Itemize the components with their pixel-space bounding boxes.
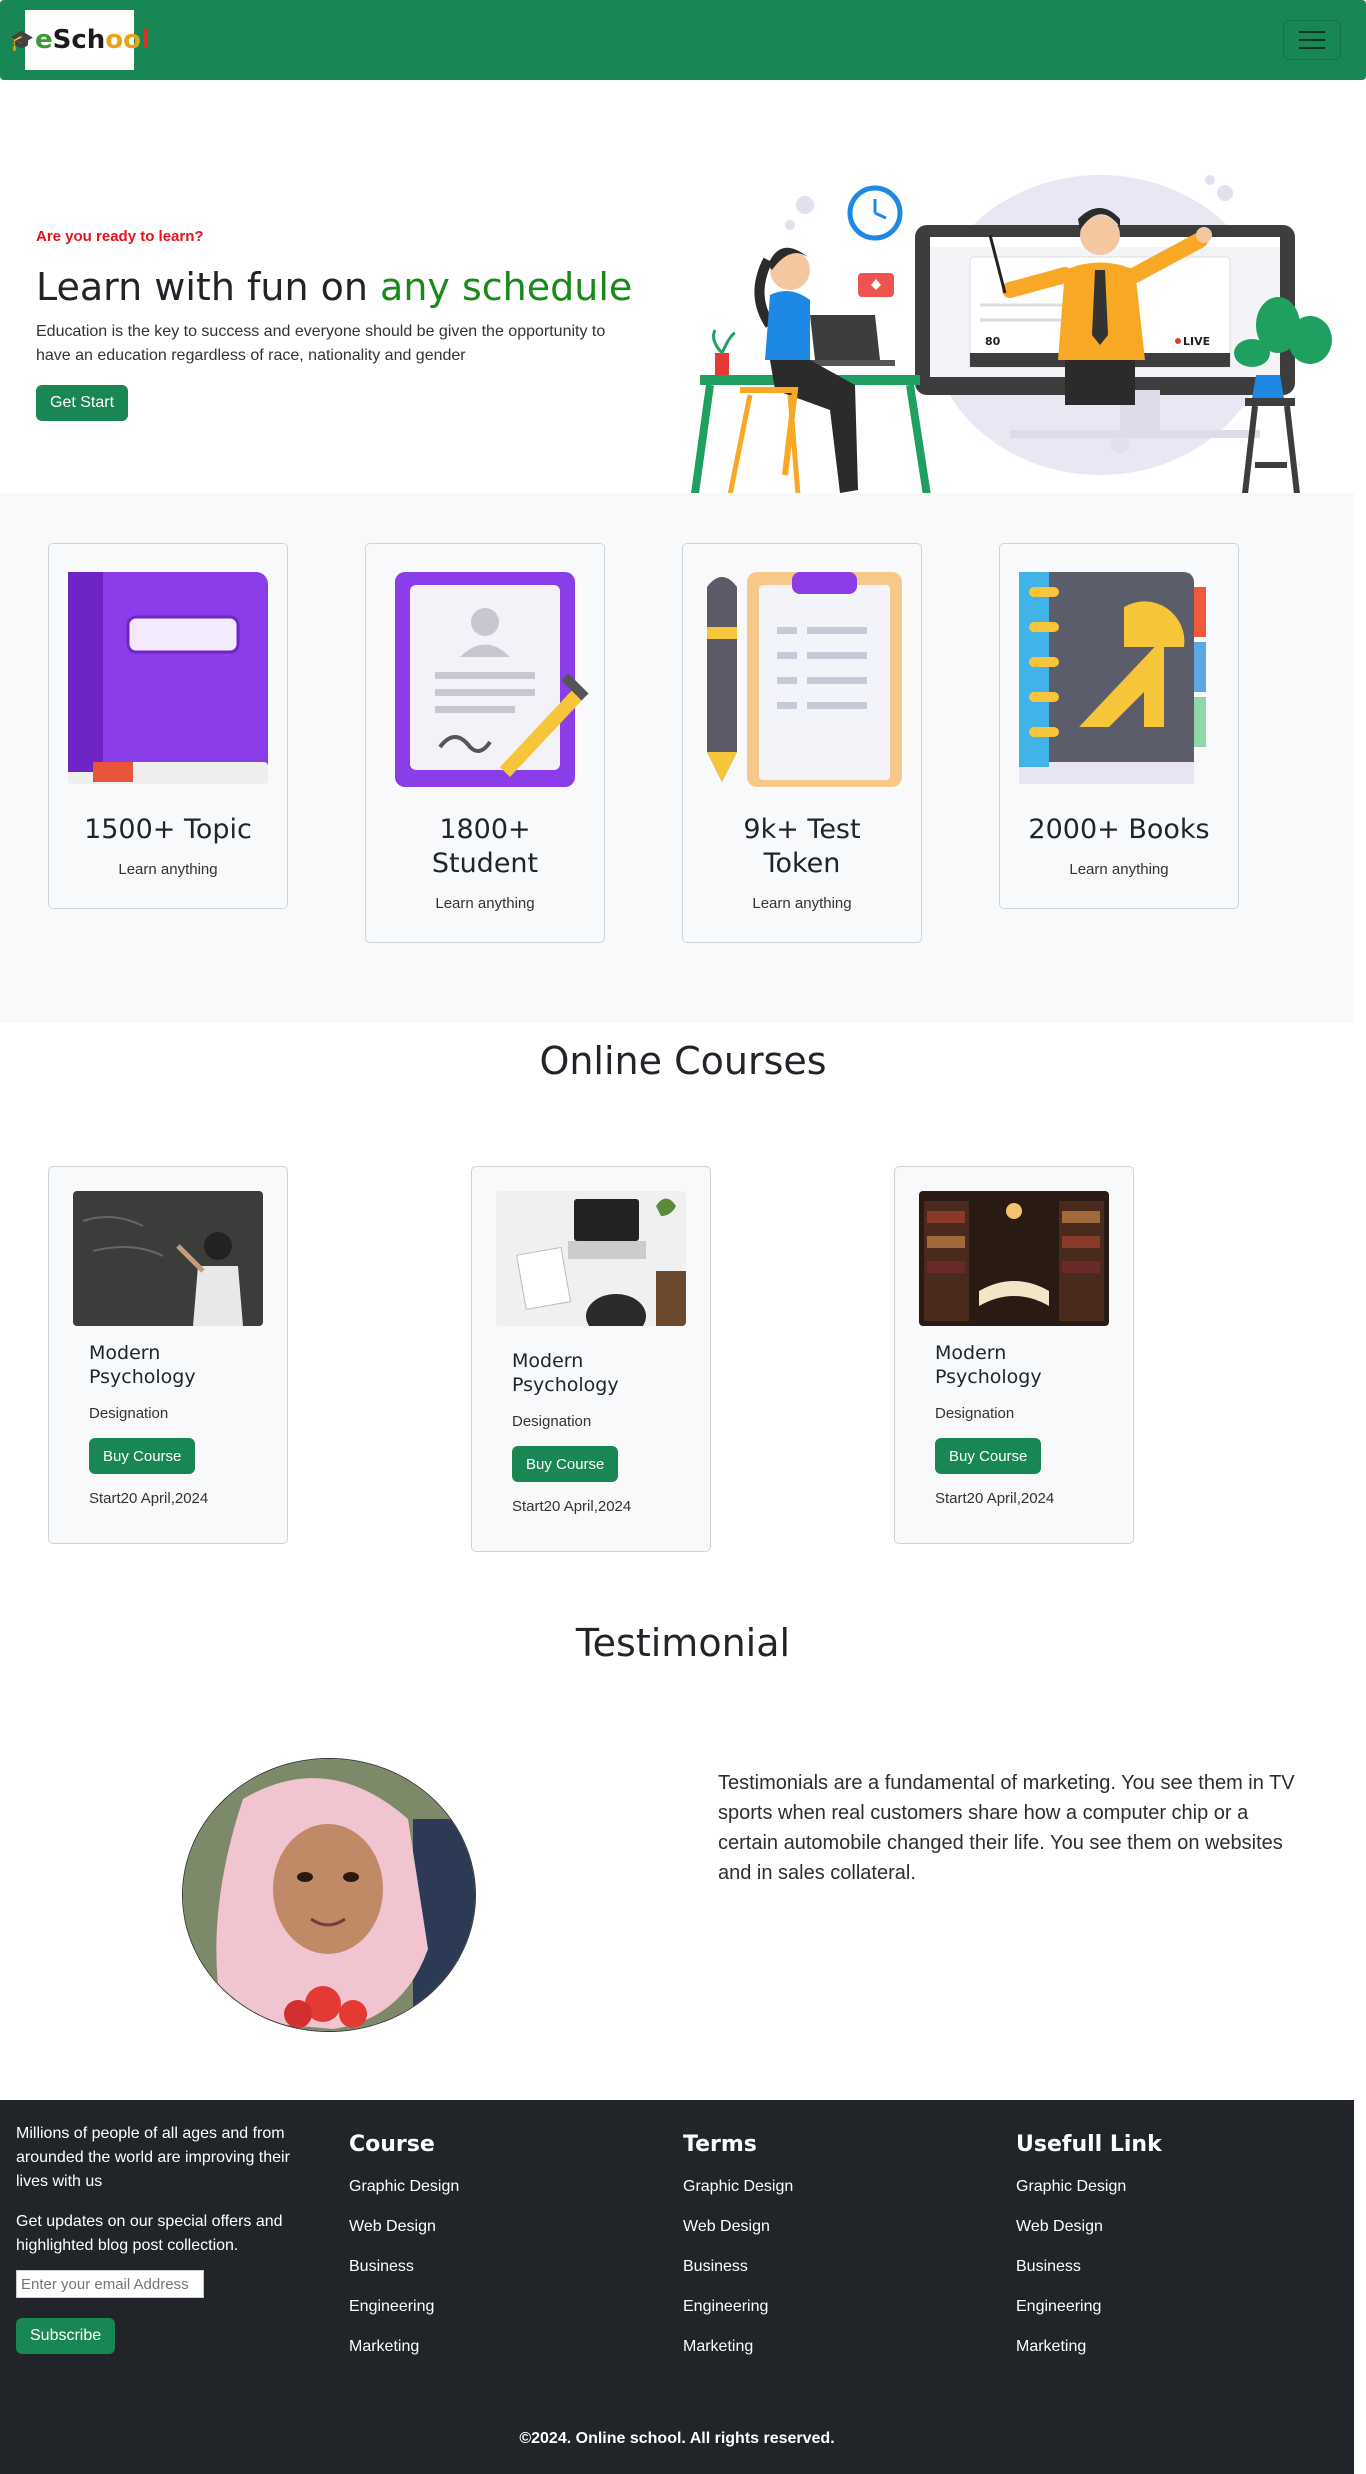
- footer-column-useful-links: Usefull Link Graphic Design Web Design B…: [1016, 2132, 1162, 2367]
- stat-caption: Learn anything: [118, 861, 218, 878]
- stat-caption: Learn anything: [1069, 861, 1169, 878]
- stat-value: 1800+ Student: [431, 814, 539, 879]
- footer-link[interactable]: Engineering: [349, 2287, 459, 2327]
- footer-link[interactable]: Graphic Design: [1016, 2167, 1162, 2207]
- course-image-chalkboard: [73, 1191, 263, 1326]
- footer-link[interactable]: Engineering: [1016, 2287, 1162, 2327]
- stats-section: 1500+ Topic Learn anything 1800+ Student…: [0, 493, 1354, 1023]
- footer-link[interactable]: Marketing: [1016, 2327, 1162, 2367]
- footer-link[interactable]: Web Design: [683, 2207, 793, 2247]
- footer-link[interactable]: Business: [683, 2247, 793, 2287]
- course-name: Modern Psychology: [89, 1342, 196, 1388]
- course-name: Modern Psychology: [512, 1350, 619, 1396]
- copyright: ©2024. Online school. All rights reserve…: [519, 2430, 835, 2447]
- testimonial-avatar: [182, 1758, 476, 2032]
- course-start-date: Start20 April,2024: [512, 1498, 632, 1515]
- book-icon: [68, 572, 268, 784]
- courses-section: Online Courses Modern Psychology Designa…: [0, 1023, 1366, 1613]
- testimonial-text: Testimonials are a fundamental of market…: [718, 1772, 1295, 1884]
- footer-link[interactable]: Business: [1016, 2247, 1162, 2287]
- stat-value: 2000+ Books: [1028, 814, 1210, 845]
- get-start-button[interactable]: Get Start: [36, 385, 129, 421]
- footer-link[interactable]: Engineering: [683, 2287, 793, 2327]
- footer-link[interactable]: Graphic Design: [683, 2167, 793, 2207]
- footer-column-course: Course Graphic Design Web Design Busines…: [349, 2132, 459, 2367]
- footer-link[interactable]: Marketing: [349, 2327, 459, 2367]
- screen-view-count: 80: [985, 335, 1001, 348]
- footer-column-terms: Terms Graphic Design Web Design Business…: [683, 2132, 793, 2367]
- course-designation: Designation: [512, 1413, 592, 1430]
- stat-card: 2000+ Books Learn anything: [999, 543, 1239, 909]
- hero-section: Are you ready to learn? Learn with fun o…: [0, 80, 1366, 526]
- footer-link[interactable]: Web Design: [349, 2207, 459, 2247]
- course-card: Modern Psychology Designation Buy Course…: [894, 1166, 1134, 1544]
- buy-course-button[interactable]: Buy Course: [935, 1438, 1042, 1474]
- footer: Millions of people of all ages and from …: [0, 2100, 1354, 2474]
- stat-value: 1500+ Topic: [84, 814, 252, 845]
- footer-newsletter: Millions of people of all ages and from …: [16, 2122, 306, 2354]
- footer-column-title: Course: [349, 2132, 435, 2157]
- course-image-laptop: [496, 1191, 686, 1326]
- course-card: Modern Psychology Designation Buy Course…: [471, 1166, 711, 1552]
- course-designation: Designation: [935, 1405, 1015, 1422]
- notebook-ruler-icon: [1019, 572, 1206, 784]
- footer-link[interactable]: Graphic Design: [349, 2167, 459, 2207]
- hero-title: Learn with fun on any schedule: [36, 265, 632, 309]
- course-image-library: [919, 1191, 1109, 1326]
- hero-title-highlight: any schedule: [380, 265, 633, 309]
- footer-column-title: Terms: [683, 2132, 757, 2157]
- buy-course-button[interactable]: Buy Course: [89, 1438, 196, 1474]
- screen-live-badge: LIVE: [1183, 335, 1210, 348]
- hero-description: Education is the key to success and ever…: [36, 323, 606, 364]
- footer-link[interactable]: Business: [349, 2247, 459, 2287]
- course-designation: Designation: [89, 1405, 169, 1422]
- buy-course-button[interactable]: Buy Course: [512, 1446, 619, 1482]
- hero-title-plain: Learn with fun on: [36, 265, 381, 309]
- footer-link[interactable]: Web Design: [1016, 2207, 1162, 2247]
- email-input[interactable]: [16, 2270, 204, 2298]
- footer-intro: Millions of people of all ages and from …: [16, 2125, 290, 2190]
- course-name: Modern Psychology: [935, 1342, 1042, 1388]
- course-card: Modern Psychology Designation Buy Course…: [48, 1166, 288, 1544]
- courses-title: Online Courses: [539, 1039, 827, 1083]
- stat-card: 1800+ Student Learn anything: [365, 543, 605, 943]
- course-start-date: Start20 April,2024: [89, 1490, 209, 1507]
- hamburger-icon: [1299, 31, 1325, 33]
- footer-column-title: Usefull Link: [1016, 2132, 1162, 2157]
- stat-caption: Learn anything: [435, 895, 535, 912]
- stat-card: 9k+ Test Token Learn anything: [682, 543, 922, 943]
- site-logo[interactable]: 🎓 e Sch oo l: [9, 10, 150, 70]
- clipboard-pen-icon: [707, 572, 902, 787]
- stat-card: 1500+ Topic Learn anything: [48, 543, 288, 909]
- footer-link[interactable]: Marketing: [683, 2327, 793, 2367]
- hero-eyebrow: Are you ready to learn?: [36, 228, 204, 245]
- subscribe-button[interactable]: Subscribe: [16, 2318, 116, 2354]
- menu-toggle-button[interactable]: [1283, 20, 1341, 60]
- footer-updates: Get updates on our special offers and hi…: [16, 2213, 283, 2254]
- stat-value: 9k+ Test Token: [743, 814, 861, 879]
- course-start-date: Start20 April,2024: [935, 1490, 1055, 1507]
- navbar: 🎓 e Sch oo l: [0, 0, 1366, 80]
- hero-illustration: 80 LIVE: [688, 175, 1332, 526]
- graduation-cap-icon: 🎓: [9, 28, 34, 52]
- testimonial-section: Testimonial Testimonials are a fundament…: [0, 1613, 1366, 2100]
- testimonial-title: Testimonial: [575, 1621, 791, 1665]
- student-document-icon: [395, 572, 589, 787]
- stat-caption: Learn anything: [752, 895, 852, 912]
